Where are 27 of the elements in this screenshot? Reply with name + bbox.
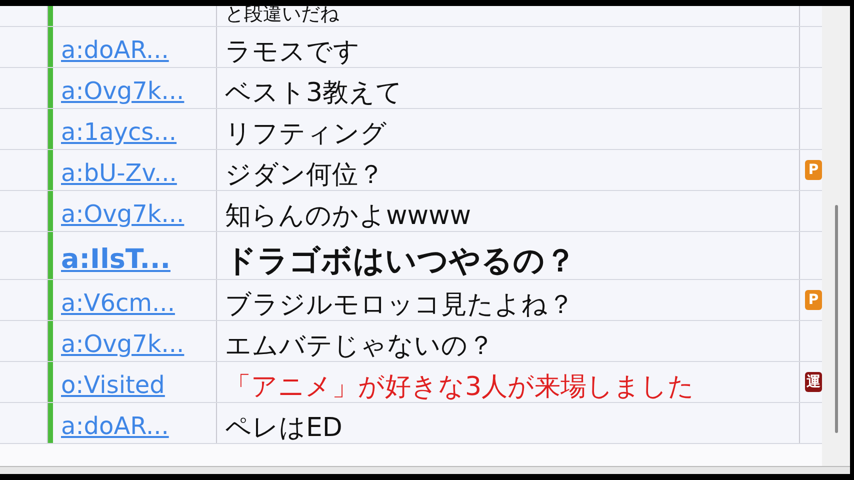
user-link[interactable]: a:bU-Zv...	[61, 158, 177, 188]
chat-message: ブラジルモロッコ見たよね？	[225, 292, 574, 318]
chat-message: エムバテじゃないの？	[225, 333, 494, 359]
badge: P	[805, 290, 822, 310]
chat-message: ベスト3教えて	[225, 80, 403, 106]
chat-message: ジダン何位？	[225, 162, 384, 188]
user-link[interactable]: a:Ovg7k...	[61, 329, 184, 359]
chat-message: ラモスです	[225, 39, 360, 65]
chat-message: と段違いだね	[225, 5, 339, 24]
chat-message: 「アニメ」が好きな3人が来場しました	[225, 374, 695, 400]
badge: P	[805, 160, 822, 180]
scrollbar[interactable]	[822, 6, 850, 466]
scrollbar-thumb[interactable]	[834, 205, 838, 433]
user-link[interactable]: a:IlsT...	[61, 243, 170, 277]
user-link[interactable]: a:1aycs...	[61, 117, 177, 147]
chat-message: ペレはED	[225, 415, 342, 441]
chat-message: リフティング	[225, 121, 387, 147]
user-link[interactable]: a:Ovg7k...	[61, 199, 184, 229]
user-link[interactable]: a:V6cm...	[61, 288, 175, 318]
user-link[interactable]: o:Visited	[61, 370, 165, 400]
horizontal-scrollbar[interactable]	[0, 466, 850, 474]
badge: 運	[805, 372, 822, 392]
chat-message: 知らんのかよwwww	[225, 203, 472, 229]
user-link[interactable]: a:doAR...	[61, 411, 169, 441]
chat-message: ドラゴボはいつやるの？	[225, 246, 576, 277]
user-link[interactable]: a:doAR...	[61, 35, 169, 65]
user-link[interactable]: a:Ovg7k...	[61, 76, 184, 106]
